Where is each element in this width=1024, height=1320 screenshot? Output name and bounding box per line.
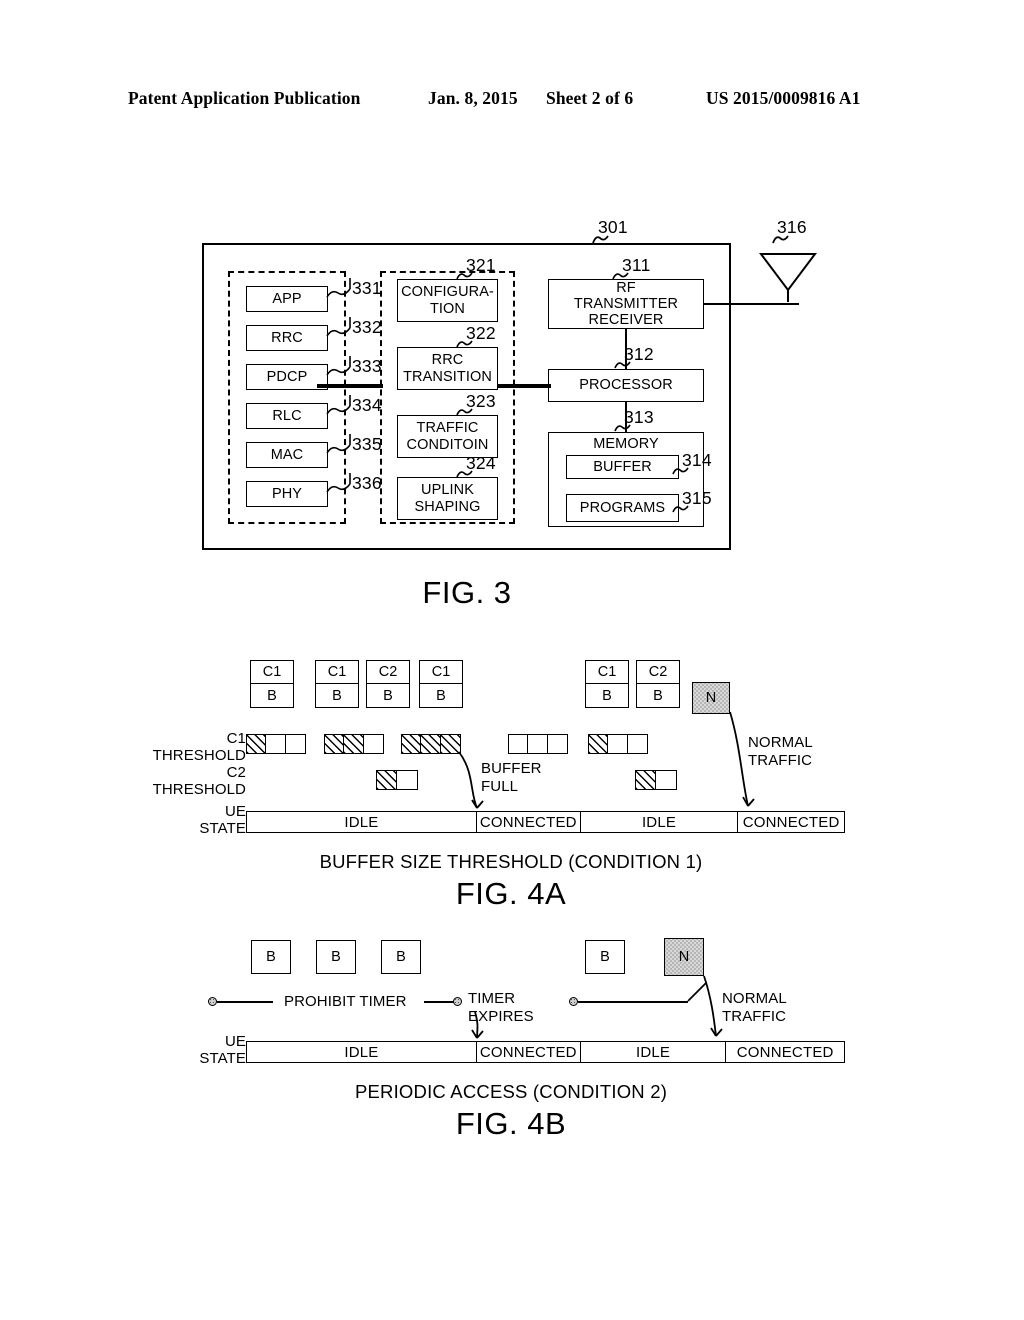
fig4b-label: FIG. 4B: [455, 1106, 567, 1141]
fig4b-caption: PERIODIC ACCESS (CONDITION 2): [354, 1081, 668, 1102]
